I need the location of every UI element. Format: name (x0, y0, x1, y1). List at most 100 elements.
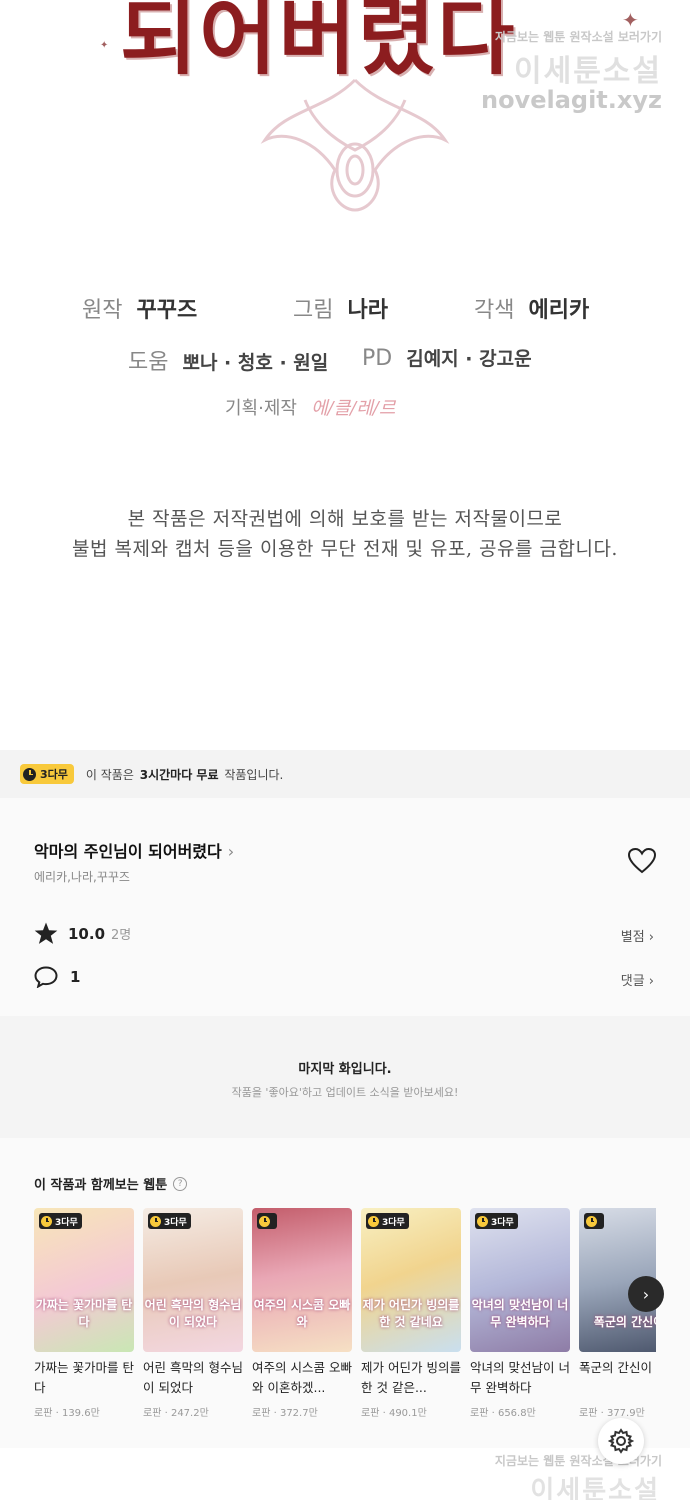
credit-label: 그림 (293, 298, 334, 323)
studio-logo: 에/클/레/르 (310, 398, 396, 419)
card-meta: 로판 · 490.1만 (361, 1408, 427, 1419)
card-meta: 로판 · 377.9만 (579, 1408, 645, 1419)
ornament-decoration (260, 78, 450, 212)
credit-pd: PD 김예지 · 강고운 (362, 344, 532, 371)
clock-icon (477, 1215, 488, 1227)
work-info: 악마의 주인님이 되어버렸다 › 에리카,나라,꾸꾸즈 10.0 2명 별점 › … (0, 798, 690, 1016)
comment-link-label: 댓글 (620, 974, 645, 989)
credit-label: 각색 (474, 298, 515, 323)
chevron-right-icon: › (648, 974, 654, 989)
card-views: 377.9만 (606, 1408, 645, 1419)
comic-panel: 되어버렸다 ✦ ✦ 지금보는 웹툰 원작소설 보러가기 이세툰소설 novela… (0, 0, 690, 750)
card-views: 247.2만 (170, 1408, 209, 1419)
card-views: 656.8만 (497, 1408, 536, 1419)
card-genre: 로판 (361, 1408, 380, 1419)
rating-count: 2명 (111, 928, 132, 943)
credit-value: 꾸꾸즈 (136, 298, 198, 323)
comment-count: 1 (70, 968, 81, 986)
card-title: 폭군의 간신이 있다 (579, 1360, 656, 1375)
card-title: 여주의 시스콤 오빠와 이혼하겠... (252, 1360, 352, 1395)
card-genre: 로판 (470, 1408, 489, 1419)
wait-free-badge: 3다무 (148, 1213, 191, 1229)
heart-icon[interactable] (628, 848, 656, 874)
rating-value: 10.0 (68, 924, 106, 943)
clock-icon (23, 767, 36, 781)
card-title: 악녀의 맞선남이 너무 완벽하다 (470, 1360, 570, 1395)
credit-label: 도움 (128, 350, 169, 375)
card-genre: 로판 (34, 1408, 53, 1419)
cover-title-art: 여주의 시스콤 오빠와 (253, 1298, 351, 1329)
free-text-bold: 3시간마다 무료 (139, 767, 219, 782)
recommendation-carousel: 3다무 가짜는 꽃가마를 탄다 가짜는 꽃가마를 탄다 로판 · 139.6만 … (34, 1208, 656, 1428)
recommendation-card[interactable]: 3다무 악녀의 맞선남이 너무 완벽하다 악녀의 맞선남이 너무 완벽하다 로판… (470, 1208, 570, 1419)
card-title: 가짜는 꽃가마를 탄다 (34, 1360, 134, 1395)
card-meta: 로판 · 139.6만 (34, 1408, 100, 1419)
last-episode-title: 마지막 화입니다. (298, 1062, 392, 1077)
chevron-right-icon: › (227, 842, 235, 861)
rating-link-label: 별점 (620, 930, 645, 945)
watermark-small: 지금보는 웹툰 원작소설 보러가기 (494, 30, 662, 44)
comment-link[interactable]: 댓글 › (621, 970, 654, 989)
credit-assist: 도움 뽀나 · 청호 · 원일 (128, 344, 328, 376)
badge-label: 3다무 (40, 768, 68, 781)
chevron-right-icon: › (648, 930, 654, 945)
card-genre: 로판 (143, 1408, 162, 1419)
recommendation-card[interactable]: 폭군의 간신이 폭군의 간신이 있다 로판 · 377.9만 (579, 1208, 656, 1419)
clock-badge (257, 1213, 277, 1229)
card-title: 제가 어딘가 빙의를 한 것 같은... (361, 1360, 461, 1395)
free-text-post: 작품입니다. (224, 767, 284, 782)
card-thumbnail: 3다무 제가 어딘가 빙의를 한 것 같네요 (361, 1208, 461, 1352)
last-episode-subtitle: 작품을 '좋아요'하고 업데이트 소식을 받아보세요! (231, 1086, 459, 1099)
recommendation-card[interactable]: 3다무 어린 흑막의 형수님이 되었다 어린 흑막의 형수님이 되었다 로판 ·… (143, 1208, 243, 1419)
recommendations-heading-text: 이 작품과 함께보는 웹툰 (34, 1178, 168, 1193)
carousel-next-button[interactable]: › (628, 1276, 664, 1312)
recommendation-card[interactable]: 여주의 시스콤 오빠와 여주의 시스콤 오빠와 이혼하겠... 로판 · 372… (252, 1208, 352, 1419)
card-views: 139.6만 (61, 1408, 100, 1419)
card-title: 어린 흑막의 형수님이 되었다 (143, 1360, 243, 1395)
credit-value: 에리카 (528, 298, 590, 323)
card-thumbnail: 여주의 시스콤 오빠와 (252, 1208, 352, 1352)
card-thumbnail: 3다무 악녀의 맞선남이 너무 완벽하다 (470, 1208, 570, 1352)
clock-icon (586, 1215, 597, 1227)
question-icon[interactable]: ? (173, 1176, 188, 1191)
card-badge: 3다무 (164, 1217, 187, 1228)
rating-row: 10.0 2명 (34, 922, 131, 945)
recommendations-heading: 이 작품과 함께보는 웹툰 ? (34, 1174, 188, 1193)
credit-art: 그림 나라 (293, 292, 388, 324)
card-badge: 3다무 (55, 1217, 78, 1228)
credit-production: 기획·제작 에/클/레/르 (225, 394, 395, 420)
watermark-big: 이세툰소설 (514, 54, 662, 89)
cover-title-art: 어린 흑막의 형수님이 되었다 (144, 1298, 242, 1329)
watermark-url: novelagit.xyz (480, 86, 662, 114)
cover-title-art: 제가 어딘가 빙의를 한 것 같네요 (362, 1298, 460, 1329)
recommendation-card[interactable]: 3다무 가짜는 꽃가마를 탄다 가짜는 꽃가마를 탄다 로판 · 139.6만 (34, 1208, 134, 1419)
clock-icon (259, 1215, 270, 1227)
cover-title-art: 악녀의 맞선남이 너무 완벽하다 (471, 1298, 569, 1329)
credit-label: 기획·제작 (225, 398, 297, 419)
card-views: 490.1만 (388, 1408, 427, 1419)
rating-link[interactable]: 별점 › (621, 926, 654, 945)
cover-title-art: 폭군의 간신이 (593, 1315, 656, 1329)
clock-icon (368, 1215, 379, 1227)
recommendation-card[interactable]: 3다무 제가 어딘가 빙의를 한 것 같네요 제가 어딘가 빙의를 한 것 같은… (361, 1208, 461, 1419)
settings-button[interactable] (598, 1418, 644, 1464)
last-episode-box: 마지막 화입니다. 작품을 '좋아요'하고 업데이트 소식을 받아보세요! (0, 1016, 690, 1138)
credit-story: 원작 꾸꾸즈 (82, 292, 197, 324)
star-icon (34, 922, 58, 944)
credit-value: 김예지 · 강고운 (406, 348, 532, 370)
copyright-notice-line2: 불법 복제와 캡처 등을 이용한 무단 전재 및 유포, 공유를 금합니다. (72, 538, 618, 560)
wait-free-badge: 3다무 (39, 1213, 82, 1229)
card-meta: 로판 · 656.8만 (470, 1408, 536, 1419)
recommendations-section: 이 작품과 함께보는 웹툰 ? 3다무 가짜는 꽃가마를 탄다 가짜는 꽃가마를… (0, 1138, 690, 1448)
comment-row: 1 (34, 966, 80, 988)
credit-label: 원작 (82, 298, 123, 323)
free-text-pre: 이 작품은 (85, 767, 134, 782)
clock-icon (41, 1215, 52, 1227)
wait-free-badge: 3다무 (20, 764, 74, 784)
card-badge: 3다무 (491, 1217, 514, 1228)
card-genre: 로판 (579, 1408, 598, 1419)
free-info-bar: 3다무 이 작품은 3시간마다 무료 작품입니다. (0, 750, 690, 798)
work-title-link[interactable]: 악마의 주인님이 되어버렸다 › (34, 838, 234, 862)
card-badge: 3다무 (382, 1217, 405, 1228)
card-thumbnail: 3다무 어린 흑막의 형수님이 되었다 (143, 1208, 243, 1352)
